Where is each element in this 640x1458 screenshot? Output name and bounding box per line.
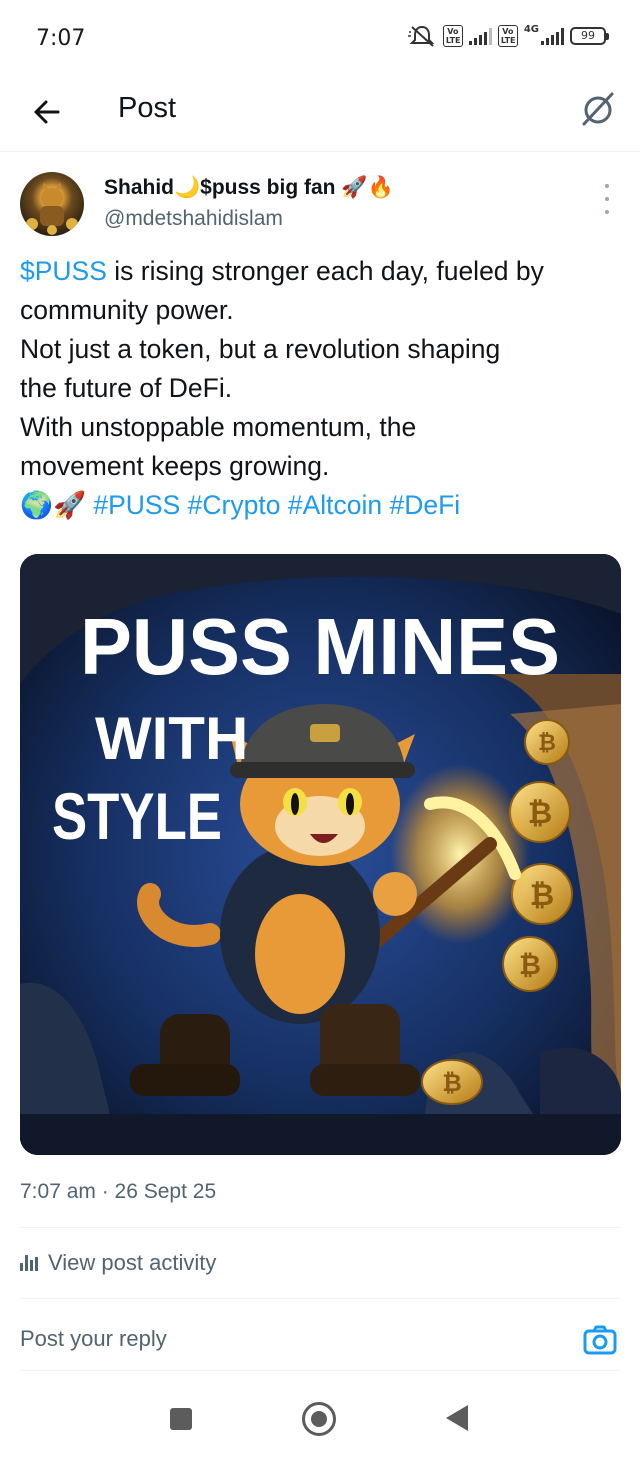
more-options-button[interactable] [596,184,618,214]
hashtag-altcoin[interactable]: #Altcoin [288,490,382,520]
hashtag-puss[interactable]: #PUSS [93,490,180,520]
back-button[interactable] [28,92,68,132]
cashtag-link[interactable]: $PUSS [20,256,107,286]
coin-symbol: ₿ [442,1069,462,1097]
battery-level: 99 [581,29,595,42]
status-icons: Vo LTE Vo LTE 4G 99 [407,24,609,48]
grok-icon [582,92,614,126]
volte-label: Vo LTE [445,27,461,45]
signal-strength-icon-2 [541,27,564,45]
more-dot [605,184,609,188]
signal-strength-icon [468,27,492,45]
page-title: Post [118,92,177,124]
status-time: 7:07 [36,26,86,51]
post-timestamp[interactable]: 7:07 am · 26 Sept 25 [20,1180,216,1204]
system-nav-bar [0,1380,640,1458]
author-handle[interactable]: @mdetshahidislam [104,207,283,231]
analytics-icon [20,1255,38,1271]
volte-icon: Vo LTE [442,25,463,47]
divider [20,1298,620,1299]
post-line-3: Not just a token, but a revolution shapi… [20,334,501,364]
image-headline: PUSS MINES [80,602,560,691]
author-display-name[interactable]: Shahid🌙$puss big fan 🚀🔥 [104,176,394,200]
post-text: $PUSS is rising stronger each day, fuele… [20,252,625,525]
home-button[interactable] [302,1402,336,1436]
avatar-image [26,182,78,235]
camera-button[interactable] [582,1322,618,1358]
grok-button[interactable] [578,88,618,128]
post-line-1-text: is rising stronger each day, fueled by [106,256,544,286]
coin-symbol: ₿ [538,731,556,756]
coin-symbol: ₿ [519,950,541,981]
system-back-button[interactable] [446,1405,468,1431]
globe-rocket-emoji: 🌍🚀 [20,490,86,520]
view-post-activity-label: View post activity [48,1250,217,1275]
hashtag-defi[interactable]: #DeFi [389,490,460,520]
post-line-4: the future of DeFi. [20,373,233,403]
post-line-1: $PUSS is rising stronger each day, fuele… [20,252,625,291]
reply-input[interactable]: Post your reply [20,1326,167,1352]
divider [20,1227,620,1228]
battery-icon: 99 [570,27,609,45]
mute-notifications-icon [407,25,435,47]
volte-label-2: Vo LTE [500,27,516,45]
coin-symbol: ₿ [528,796,552,831]
image-line-style: STYLE [52,779,222,853]
camera-icon [583,1325,617,1355]
more-dot [605,210,609,214]
arrow-left-icon [34,100,60,124]
volte-icon-2: Vo LTE [497,25,518,47]
image-line-with: WITH [95,705,248,772]
network-type: 4G [523,24,539,35]
coin-symbol: ₿ [530,878,554,913]
post-image[interactable]: ₿ ₿ ₿ ₿ ₿ PUSS MINES WITH STYLE [20,554,621,1155]
status-bar: 7:07 Vo LTE Vo LTE 4G 99 [0,0,640,78]
avatar[interactable] [20,172,84,236]
divider [20,1370,620,1371]
hashtag-crypto[interactable]: #Crypto [188,490,281,520]
post-line-5: With unstoppable momentum, the [20,412,417,442]
more-dot [605,197,609,201]
post-line-6: movement keeps growing. [20,451,330,481]
view-post-activity-button[interactable]: View post activity [20,1250,216,1276]
post-header: Post [0,78,640,152]
cat-miner-illustration: ₿ ₿ ₿ ₿ ₿ PUSS MINES WITH STYLE [20,554,621,1155]
recent-apps-button[interactable] [170,1408,192,1430]
post-line-2: community power. [20,295,234,325]
post-line-7: 🌍🚀 #PUSS #Crypto #Altcoin #DeFi [20,486,625,525]
